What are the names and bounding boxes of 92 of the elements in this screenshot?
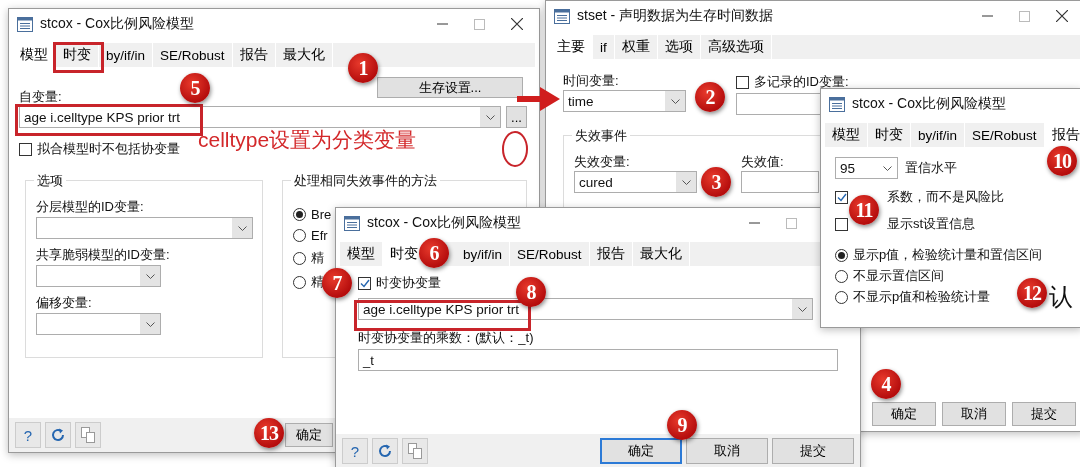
- field-label: 偏移变量:: [36, 295, 92, 310]
- close-icon[interactable]: [511, 18, 523, 30]
- dialog-icon: [17, 16, 33, 32]
- check-icon: [836, 192, 847, 202]
- radio-label: Efr: [311, 228, 328, 243]
- group-title: 处理相同失效事件的方法: [291, 172, 440, 190]
- dialog-icon: [344, 215, 360, 231]
- radio-button[interactable]: [835, 248, 848, 262]
- chevron-icon: [797, 306, 807, 312]
- radio-label: Bre: [311, 207, 332, 222]
- window-title: stset - 声明数据为生存时间数据: [577, 7, 774, 25]
- survival-settings-button[interactable]: 生存设置...: [377, 77, 523, 98]
- group-title: 选项: [34, 172, 66, 190]
- radio-button[interactable]: [293, 251, 306, 265]
- checkbox-label: 时变协变量: [376, 274, 441, 292]
- browse-button[interactable]: ...: [506, 106, 527, 128]
- checkbox-label: 系数，而不是风险比: [887, 188, 1004, 206]
- radio-button[interactable]: [293, 208, 306, 221]
- dropdown-field[interactable]: age i.celltype KPS prior trt: [19, 106, 501, 128]
- radio-label: 不显示p值和检验统计量: [853, 288, 991, 306]
- radio-label: 精: [311, 249, 324, 267]
- reset-button[interactable]: [45, 422, 71, 448]
- field-label: 自变量:: [19, 89, 62, 104]
- field-label: 时变协变量的乘数：(默认：_t): [358, 330, 534, 345]
- checkbox-label: 显示st设置信息: [887, 215, 976, 233]
- annotation-text: celltype设置为分类变量: [198, 127, 417, 153]
- dropdown-field[interactable]: 95: [835, 157, 898, 179]
- checkbox-label: 拟合模型时不包括协变量: [37, 140, 180, 158]
- field-label: 时间变量:: [563, 73, 619, 88]
- refresh-icon: [377, 443, 393, 459]
- dropdown-field[interactable]: [36, 313, 161, 335]
- copy-button[interactable]: [75, 422, 101, 448]
- chevron-icon: [681, 179, 691, 185]
- chevron-icon: [145, 321, 155, 327]
- input-field[interactable]: _t: [358, 349, 838, 371]
- window-title: stcox - Cox比例风险模型: [367, 214, 522, 232]
- checkbox[interactable]: [19, 142, 32, 156]
- group-title: 失效事件: [572, 127, 630, 145]
- field-label: 分层模型的ID变量:: [36, 199, 144, 214]
- chevron-icon: [145, 273, 155, 279]
- tab[interactable]: 模型: [13, 43, 56, 67]
- help-button[interactable]: ?: [342, 438, 368, 464]
- dialog-button[interactable]: 提交: [1012, 402, 1076, 426]
- help-button[interactable]: ?: [15, 422, 41, 448]
- dialog-button[interactable]: 确定: [600, 438, 682, 464]
- annotation-text: 认: [1049, 282, 1073, 312]
- dropdown-field[interactable]: cured: [574, 171, 697, 193]
- dropdown-field[interactable]: age i.celltype KPS prior trt: [358, 298, 813, 320]
- radio-button[interactable]: [293, 275, 306, 289]
- pointer-arrow: [517, 86, 561, 112]
- chevron-icon: [670, 98, 680, 104]
- dialog-icon: [554, 8, 570, 24]
- input-field[interactable]: [741, 171, 819, 193]
- copy-icon: [81, 427, 95, 443]
- reset-button[interactable]: [372, 438, 398, 464]
- field-label: 置信水平: [905, 159, 957, 177]
- checkbox[interactable]: [358, 276, 371, 290]
- dropdown-field[interactable]: [36, 217, 253, 239]
- dialog-icon: [829, 96, 845, 112]
- copy-icon: [408, 443, 422, 459]
- radio-label: 不显示置信区间: [853, 267, 944, 285]
- checkbox[interactable]: [736, 75, 749, 89]
- dropdown-field[interactable]: [36, 265, 161, 287]
- highlight-frame: [53, 42, 104, 73]
- check-icon: [359, 278, 370, 288]
- dialog-button[interactable]: 确定: [872, 402, 936, 426]
- dialog-button[interactable]: 取消: [942, 402, 1006, 426]
- copy-button[interactable]: [402, 438, 428, 464]
- tab[interactable]: 报告: [1044, 123, 1080, 147]
- checkbox[interactable]: [835, 190, 848, 204]
- dialog-button[interactable]: 提交: [772, 438, 854, 464]
- radio-button[interactable]: [835, 269, 848, 283]
- field-label: 共享脆弱模型的ID变量:: [36, 247, 170, 262]
- checkbox[interactable]: [835, 217, 848, 231]
- highlight-ellipse: [501, 130, 529, 168]
- tab[interactable]: 主要: [550, 35, 593, 59]
- field-label: 失效变量:: [574, 154, 630, 169]
- ok-button[interactable]: 确定: [285, 423, 333, 447]
- chevron-icon: [237, 225, 247, 231]
- checkbox-label: 多记录的ID变量:: [754, 73, 849, 91]
- window-title: stcox - Cox比例风险模型: [40, 15, 195, 33]
- radio-button[interactable]: [293, 229, 306, 242]
- chevron-icon: [883, 165, 892, 171]
- dropdown-field[interactable]: time: [563, 90, 686, 112]
- radio-button[interactable]: [835, 290, 848, 304]
- refresh-icon: [50, 427, 66, 443]
- chevron-icon: [485, 114, 495, 120]
- window-title: stcox - Cox比例风险模型: [852, 95, 1007, 113]
- dialog-button[interactable]: 取消: [686, 438, 768, 464]
- close-icon[interactable]: [1056, 10, 1068, 22]
- field-label: 失效值:: [741, 154, 784, 169]
- radio-label: 显示p值，检验统计量和置信区间: [853, 246, 1043, 264]
